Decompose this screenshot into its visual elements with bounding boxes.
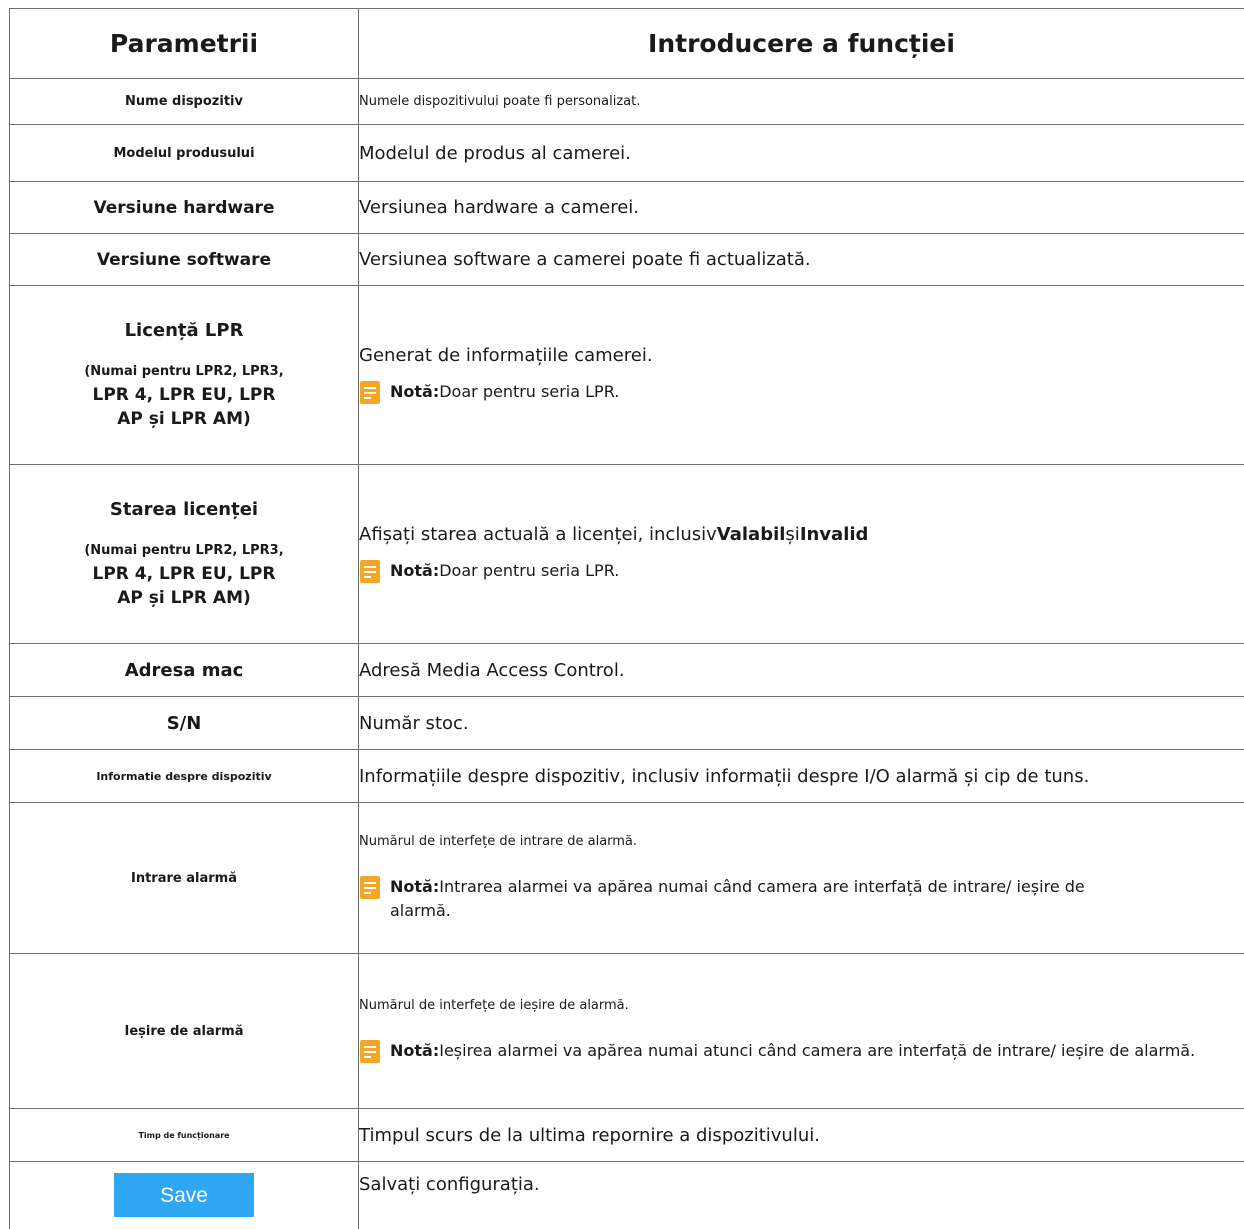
- note-label: Notă:: [390, 561, 439, 580]
- note-icon: [359, 380, 381, 405]
- param-lpr-license-sub3: AP și LPR AM): [10, 407, 358, 431]
- param-lpr-license-sub2: LPR 4, LPR EU, LPR: [10, 383, 358, 407]
- note-license-status: Notă:Doar pentru seria LPR.: [359, 559, 1244, 584]
- row-device-name: Nume dispozitiv Numele dispozitivului po…: [10, 79, 1244, 125]
- param-lpr-license-title: Licență LPR: [10, 320, 358, 341]
- param-license-status: Starea licenței (Numai pentru LPR2, LPR3…: [10, 465, 359, 644]
- param-lpr-license-note: (Numai pentru LPR2, LPR3, LPR 4, LPR EU,…: [10, 361, 358, 431]
- row-license-status: Starea licenței (Numai pentru LPR2, LPR3…: [10, 465, 1244, 644]
- status-invalid: Invalid: [800, 524, 869, 545]
- note-text: Intrarea alarmei va apărea numai când ca…: [390, 877, 1085, 920]
- note-text: Doar pentru seria LPR.: [439, 561, 619, 580]
- desc-alarm-in: Numărul de interfețe de intrare de alarm…: [359, 803, 1244, 954]
- note-text: Doar pentru seria LPR.: [439, 382, 619, 401]
- param-lpr-license: Licență LPR (Numai pentru LPR2, LPR3, LP…: [10, 286, 359, 465]
- param-sw-version: Versiune software: [10, 234, 359, 286]
- desc-sw-version: Versiunea software a camerei poate fi ac…: [359, 234, 1244, 286]
- header-function-intro: Introducere a funcției: [359, 9, 1244, 79]
- param-uptime: Timp de funcționare: [10, 1109, 359, 1162]
- row-product-model: Modelul produsului Modelul de produs al …: [10, 125, 1244, 182]
- param-alarm-out: Ieșire de alarmă: [10, 954, 359, 1109]
- row-alarm-out: Ieșire de alarmă Numărul de interfețe de…: [10, 954, 1244, 1109]
- param-hw-version: Versiune hardware: [10, 182, 359, 234]
- row-alarm-in: Intrare alarmă Numărul de interfețe de i…: [10, 803, 1244, 954]
- param-product-model: Modelul produsului: [10, 125, 359, 182]
- note-icon: [359, 1039, 381, 1064]
- desc-device-name: Numele dispozitivului poate fi personali…: [359, 79, 1244, 125]
- desc-alarm-out-text: Numărul de interfețe de ieșire de alarmă…: [359, 998, 1244, 1013]
- param-device-name: Nume dispozitiv: [10, 79, 359, 125]
- desc-license-status: Afișați starea actuală a licenței, inclu…: [359, 465, 1244, 644]
- note-icon: [359, 875, 381, 900]
- note-alarm-out: Notă:Ieșirea alarmei va apărea numai atu…: [359, 1039, 1244, 1064]
- row-uptime: Timp de funcționare Timpul scurs de la u…: [10, 1109, 1244, 1162]
- param-license-status-sub3: AP și LPR AM): [10, 586, 358, 610]
- status-valid: Valabil: [717, 524, 786, 545]
- note-label: Notă:: [390, 1041, 439, 1060]
- row-device-info: Informatie despre dispozitiv Informațiil…: [10, 750, 1244, 803]
- param-sn: S/N: [10, 697, 359, 750]
- param-license-status-sub1: (Numai pentru LPR2, LPR3,: [10, 540, 358, 562]
- param-device-info: Informatie despre dispozitiv: [10, 750, 359, 803]
- parameters-table: Parametrii Introducere a funcției Nume d…: [9, 8, 1244, 1229]
- param-license-status-note: (Numai pentru LPR2, LPR3, LPR 4, LPR EU,…: [10, 540, 358, 610]
- row-mac: Adresa mac Adresă Media Access Control.: [10, 644, 1244, 697]
- note-lpr-license: Notă:Doar pentru seria LPR.: [359, 380, 1244, 405]
- param-license-status-sub2: LPR 4, LPR EU, LPR: [10, 562, 358, 586]
- note-icon: [359, 559, 381, 584]
- desc-alarm-in-text: Numărul de interfețe de intrare de alarm…: [359, 834, 1244, 849]
- param-alarm-in: Intrare alarmă: [10, 803, 359, 954]
- desc-license-status-text: Afișați starea actuală a licenței, inclu…: [359, 524, 1244, 545]
- row-sn: S/N Număr stoc.: [10, 697, 1244, 750]
- row-save: Save Salvați configurația.: [10, 1162, 1244, 1229]
- desc-save: Salvați configurația.: [359, 1162, 1244, 1229]
- param-save: Save: [10, 1162, 359, 1229]
- note-label: Notă:: [390, 382, 439, 401]
- param-mac: Adresa mac: [10, 644, 359, 697]
- note-label: Notă:: [390, 877, 439, 896]
- desc-sn: Număr stoc.: [359, 697, 1244, 750]
- note-text: Ieșirea alarmei va apărea numai atunci c…: [439, 1041, 1195, 1060]
- desc-license-status-mid: și: [785, 524, 799, 545]
- table-header-row: Parametrii Introducere a funcției: [10, 9, 1244, 79]
- desc-uptime: Timpul scurs de la ultima repornire a di…: [359, 1109, 1244, 1162]
- param-license-status-title: Starea licenței: [10, 499, 358, 520]
- param-lpr-license-sub1: (Numai pentru LPR2, LPR3,: [10, 361, 358, 383]
- desc-mac: Adresă Media Access Control.: [359, 644, 1244, 697]
- note-alarm-in: Notă:Intrarea alarmei va apărea numai câ…: [359, 875, 1244, 923]
- desc-hw-version: Versiunea hardware a camerei.: [359, 182, 1244, 234]
- desc-product-model: Modelul de produs al camerei.: [359, 125, 1244, 182]
- desc-lpr-license-text: Generat de informațiile camerei.: [359, 345, 1244, 366]
- desc-device-info: Informațiile despre dispozitiv, inclusiv…: [359, 750, 1244, 803]
- desc-lpr-license: Generat de informațiile camerei. Notă:Do…: [359, 286, 1244, 465]
- desc-license-status-pre: Afișați starea actuală a licenței, inclu…: [359, 524, 717, 545]
- row-hw-version: Versiune hardware Versiunea hardware a c…: [10, 182, 1244, 234]
- row-lpr-license: Licență LPR (Numai pentru LPR2, LPR3, LP…: [10, 286, 1244, 465]
- desc-alarm-out: Numărul de interfețe de ieșire de alarmă…: [359, 954, 1244, 1109]
- save-button[interactable]: Save: [114, 1173, 254, 1217]
- header-parameters: Parametrii: [10, 9, 359, 79]
- row-sw-version: Versiune software Versiunea software a c…: [10, 234, 1244, 286]
